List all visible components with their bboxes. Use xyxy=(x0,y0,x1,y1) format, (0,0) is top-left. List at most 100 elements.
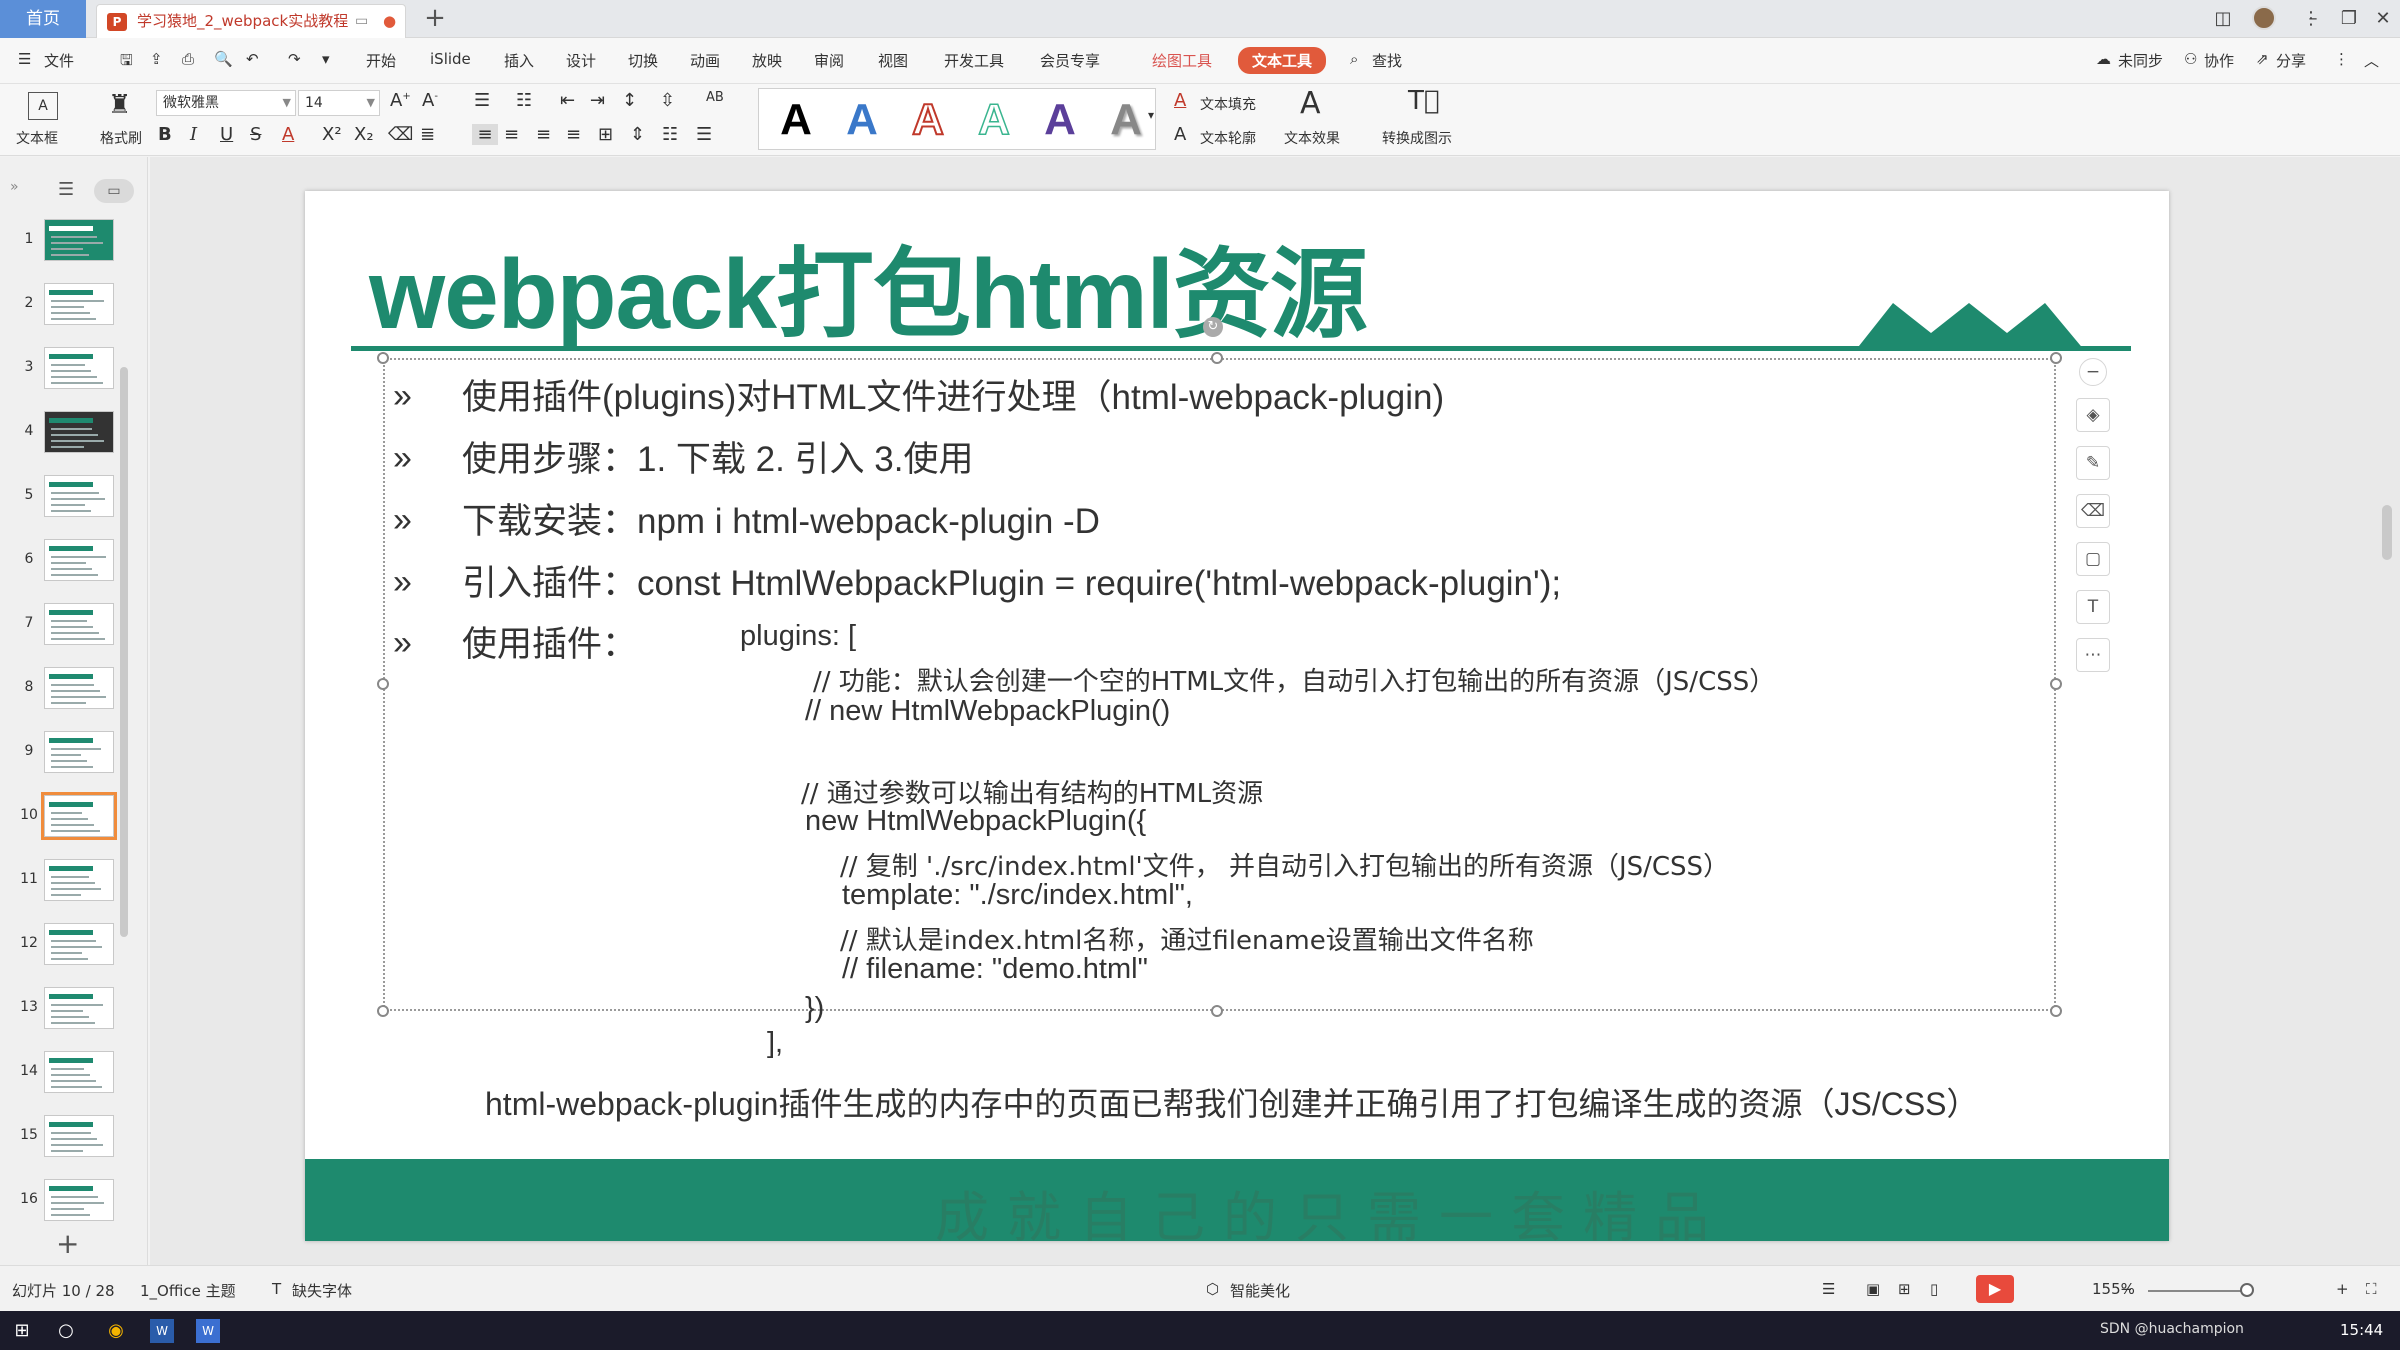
textbox-button[interactable]: 文本框 xyxy=(16,128,58,148)
text-effect-icon[interactable]: A xyxy=(1300,86,1321,121)
slide-thumbnail[interactable] xyxy=(44,539,114,581)
bullet-list-icon[interactable]: ☰ xyxy=(474,90,490,111)
text-fill-icon[interactable]: A xyxy=(1174,90,1186,111)
panel-scrollbar[interactable] xyxy=(120,367,128,937)
menu-developer[interactable]: 开发工具 xyxy=(944,50,1004,71)
slide-thumbnail[interactable] xyxy=(44,347,114,389)
add-slide-icon[interactable]: + xyxy=(56,1227,79,1260)
justify-icon[interactable]: ≡ xyxy=(566,124,581,145)
undo-icon[interactable]: ↶ xyxy=(246,50,259,68)
collab-button[interactable]: 协作 xyxy=(2204,50,2234,71)
align-right-icon[interactable]: ≡ xyxy=(536,124,551,145)
chrome-icon[interactable]: ◉ xyxy=(104,1319,128,1343)
resize-handle[interactable] xyxy=(2050,678,2062,690)
increase-font-icon[interactable]: A+ xyxy=(390,90,411,111)
restore-icon[interactable]: ❐ xyxy=(2332,4,2366,34)
zoom-slider[interactable] xyxy=(2148,1290,2248,1292)
resize-handle[interactable] xyxy=(1211,352,1223,364)
zoom-slider-knob[interactable] xyxy=(2240,1283,2254,1297)
gallery-more-icon[interactable]: ▾ xyxy=(1148,108,1154,122)
slide-thumbnail[interactable] xyxy=(44,283,114,325)
style-red-outline[interactable]: A xyxy=(897,93,959,147)
superscript-icon[interactable]: X² xyxy=(322,124,342,145)
italic-icon[interactable]: I xyxy=(190,124,197,145)
menu-design[interactable]: 设计 xyxy=(566,50,596,71)
text-fill-button[interactable]: 文本填充 xyxy=(1200,94,1256,114)
slide-thumbnail[interactable] xyxy=(41,792,117,840)
line-spacing-icon[interactable]: ↕ xyxy=(622,90,637,111)
normal-view-icon[interactable]: ▣ xyxy=(1866,1280,1880,1298)
resize-handle[interactable] xyxy=(2050,1005,2062,1017)
menu-draw-tools[interactable]: 绘图工具 xyxy=(1152,50,1212,71)
menu-animation[interactable]: 动画 xyxy=(690,50,720,71)
slide-thumbnail[interactable] xyxy=(44,411,114,453)
save-icon[interactable]: 🖫 xyxy=(120,50,133,75)
layers-icon[interactable]: ◈ xyxy=(2076,398,2110,432)
menu-view[interactable]: 视图 xyxy=(878,50,908,71)
wrap-icon[interactable]: AB xyxy=(706,90,724,105)
slide-thumbnail[interactable] xyxy=(44,475,114,517)
menu-search[interactable]: 查找 xyxy=(1372,50,1402,71)
strikethrough-icon[interactable]: S xyxy=(250,124,261,145)
missing-font-button[interactable]: 缺失字体 xyxy=(292,1280,352,1301)
text-effect-button[interactable]: 文本效果 xyxy=(1284,128,1340,148)
menu-transition[interactable]: 切换 xyxy=(628,50,658,71)
close-window-icon[interactable]: ✕ xyxy=(2366,4,2400,34)
slide-thumbnail[interactable] xyxy=(44,603,114,645)
close-tab-icon[interactable]: ● xyxy=(383,5,396,37)
style-purple[interactable]: A xyxy=(1029,93,1091,147)
menu-slideshow[interactable]: 放映 xyxy=(752,50,782,71)
print-preview-icon[interactable]: 🔍 xyxy=(214,50,233,68)
fit-window-icon[interactable]: ⛶ xyxy=(2366,1280,2377,1298)
numbered-list-icon[interactable]: ☷ xyxy=(516,90,532,111)
tab-home[interactable]: 首页 xyxy=(0,0,86,38)
menu-review[interactable]: 审阅 xyxy=(814,50,844,71)
new-tab-button[interactable]: + xyxy=(420,4,450,34)
resize-handle[interactable] xyxy=(377,352,389,364)
frame-icon[interactable]: ▢ xyxy=(2076,542,2110,576)
eraser-icon[interactable]: ⌫ xyxy=(2076,494,2110,528)
more-icon[interactable]: ⋮ xyxy=(2334,50,2349,68)
canvas-scrollbar[interactable] xyxy=(2382,505,2392,560)
windows-start-icon[interactable]: ⊞ xyxy=(10,1319,34,1343)
slide-thumbnail[interactable] xyxy=(44,859,114,901)
menu-islide[interactable]: iSlide xyxy=(430,50,471,68)
wps-writer-icon[interactable]: W xyxy=(150,1319,174,1343)
clear-format-icon[interactable]: ⌫ xyxy=(388,124,413,145)
slide-thumbnail[interactable] xyxy=(44,731,114,773)
font-name-select[interactable]: 微软雅黑 ▼ xyxy=(156,90,296,116)
menu-member[interactable]: 会员专享 xyxy=(1040,50,1100,71)
theme-name[interactable]: 1_Office 主题 xyxy=(140,1280,236,1301)
decrease-indent-icon[interactable]: ⇤ xyxy=(560,90,575,111)
slide-thumbnail[interactable] xyxy=(44,1051,114,1093)
expand-panel-icon[interactable]: » xyxy=(10,179,19,195)
hamburger-icon[interactable]: ☰ xyxy=(18,50,31,68)
reading-view-icon[interactable]: ▯ xyxy=(1930,1280,1938,1298)
minimize-icon[interactable]: – xyxy=(2296,4,2330,34)
slide-thumbnail[interactable] xyxy=(44,667,114,709)
convert-smartart-button[interactable]: 转换成图示 xyxy=(1382,128,1452,148)
style-black[interactable]: A xyxy=(765,93,827,147)
notes-icon[interactable]: ☰ xyxy=(1822,1280,1835,1298)
play-slideshow-button[interactable]: ▶ xyxy=(1976,1275,2014,1303)
search-icon[interactable]: ⌕ xyxy=(1350,50,1358,68)
decrease-font-icon[interactable]: A- xyxy=(422,90,438,111)
slide-thumbnail[interactable] xyxy=(44,219,114,261)
outline-view-icon[interactable]: ☰ xyxy=(58,179,74,200)
print-icon[interactable]: ⎙ xyxy=(182,50,194,68)
menu-start[interactable]: 开始 xyxy=(366,50,396,71)
layout-icon[interactable]: ◫ xyxy=(2206,4,2240,34)
avatar[interactable] xyxy=(2252,6,2276,30)
resize-handle[interactable] xyxy=(377,1005,389,1017)
text-direction-icon[interactable]: ⇳ xyxy=(660,90,675,111)
more-tools-icon[interactable]: ⋯ xyxy=(2076,638,2110,672)
collapse-ribbon-icon[interactable]: ︿ xyxy=(2364,50,2379,71)
align-center-icon[interactable]: ≡ xyxy=(504,124,519,145)
text-convert-icon[interactable]: T xyxy=(2076,590,2110,624)
columns-icon[interactable]: ☷ xyxy=(662,124,678,145)
smart-beautify-button[interactable]: 智能美化 xyxy=(1230,1280,1290,1301)
resize-handle[interactable] xyxy=(1211,1005,1223,1017)
menu-insert[interactable]: 插入 xyxy=(504,50,534,71)
menu-text-tools[interactable]: 文本工具 xyxy=(1238,47,1327,74)
bold-icon[interactable]: B xyxy=(158,124,172,145)
